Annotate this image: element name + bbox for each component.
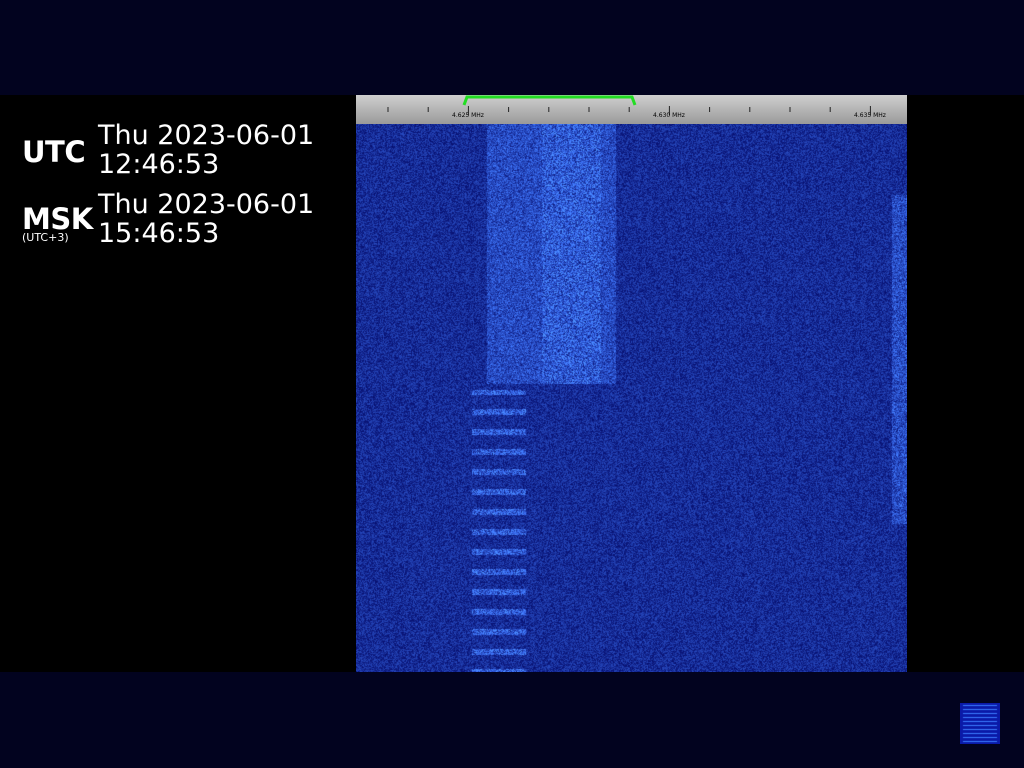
sdr-waterfall-screen: UTC Thu 2023-06-01 12:46:53 MSK (UTC+3) …	[0, 0, 1024, 768]
thumbnail-canvas	[960, 703, 1000, 744]
clock-panel	[0, 95, 356, 672]
waterfall-thumbnail-icon[interactable]	[960, 703, 1000, 744]
frequency-scale-ticks	[387, 95, 871, 115]
msk-offset-label: (UTC+3)	[22, 231, 69, 244]
right-margin	[907, 95, 1024, 672]
utc-zone-label: UTC	[22, 135, 86, 169]
waterfall-display[interactable]	[356, 124, 907, 672]
msk-date: Thu 2023-06-01	[98, 189, 315, 220]
msk-zone-label: MSK	[22, 202, 93, 236]
freq-label-4625: 4.625 MHz	[452, 112, 484, 119]
frequency-scale[interactable]: 4.625 MHz 4.630 MHz 4.635 MHz	[356, 95, 907, 124]
passband-marker[interactable]	[462, 95, 637, 106]
top-letterbox	[0, 0, 1024, 95]
bottom-letterbox	[0, 672, 1024, 768]
freq-label-4630: 4.630 MHz	[653, 112, 685, 119]
waterfall-canvas	[356, 124, 907, 672]
utc-date: Thu 2023-06-01	[98, 120, 315, 151]
utc-time: 12:46:53	[98, 149, 220, 180]
msk-time: 15:46:53	[98, 218, 220, 249]
freq-label-4635: 4.635 MHz	[854, 112, 886, 119]
